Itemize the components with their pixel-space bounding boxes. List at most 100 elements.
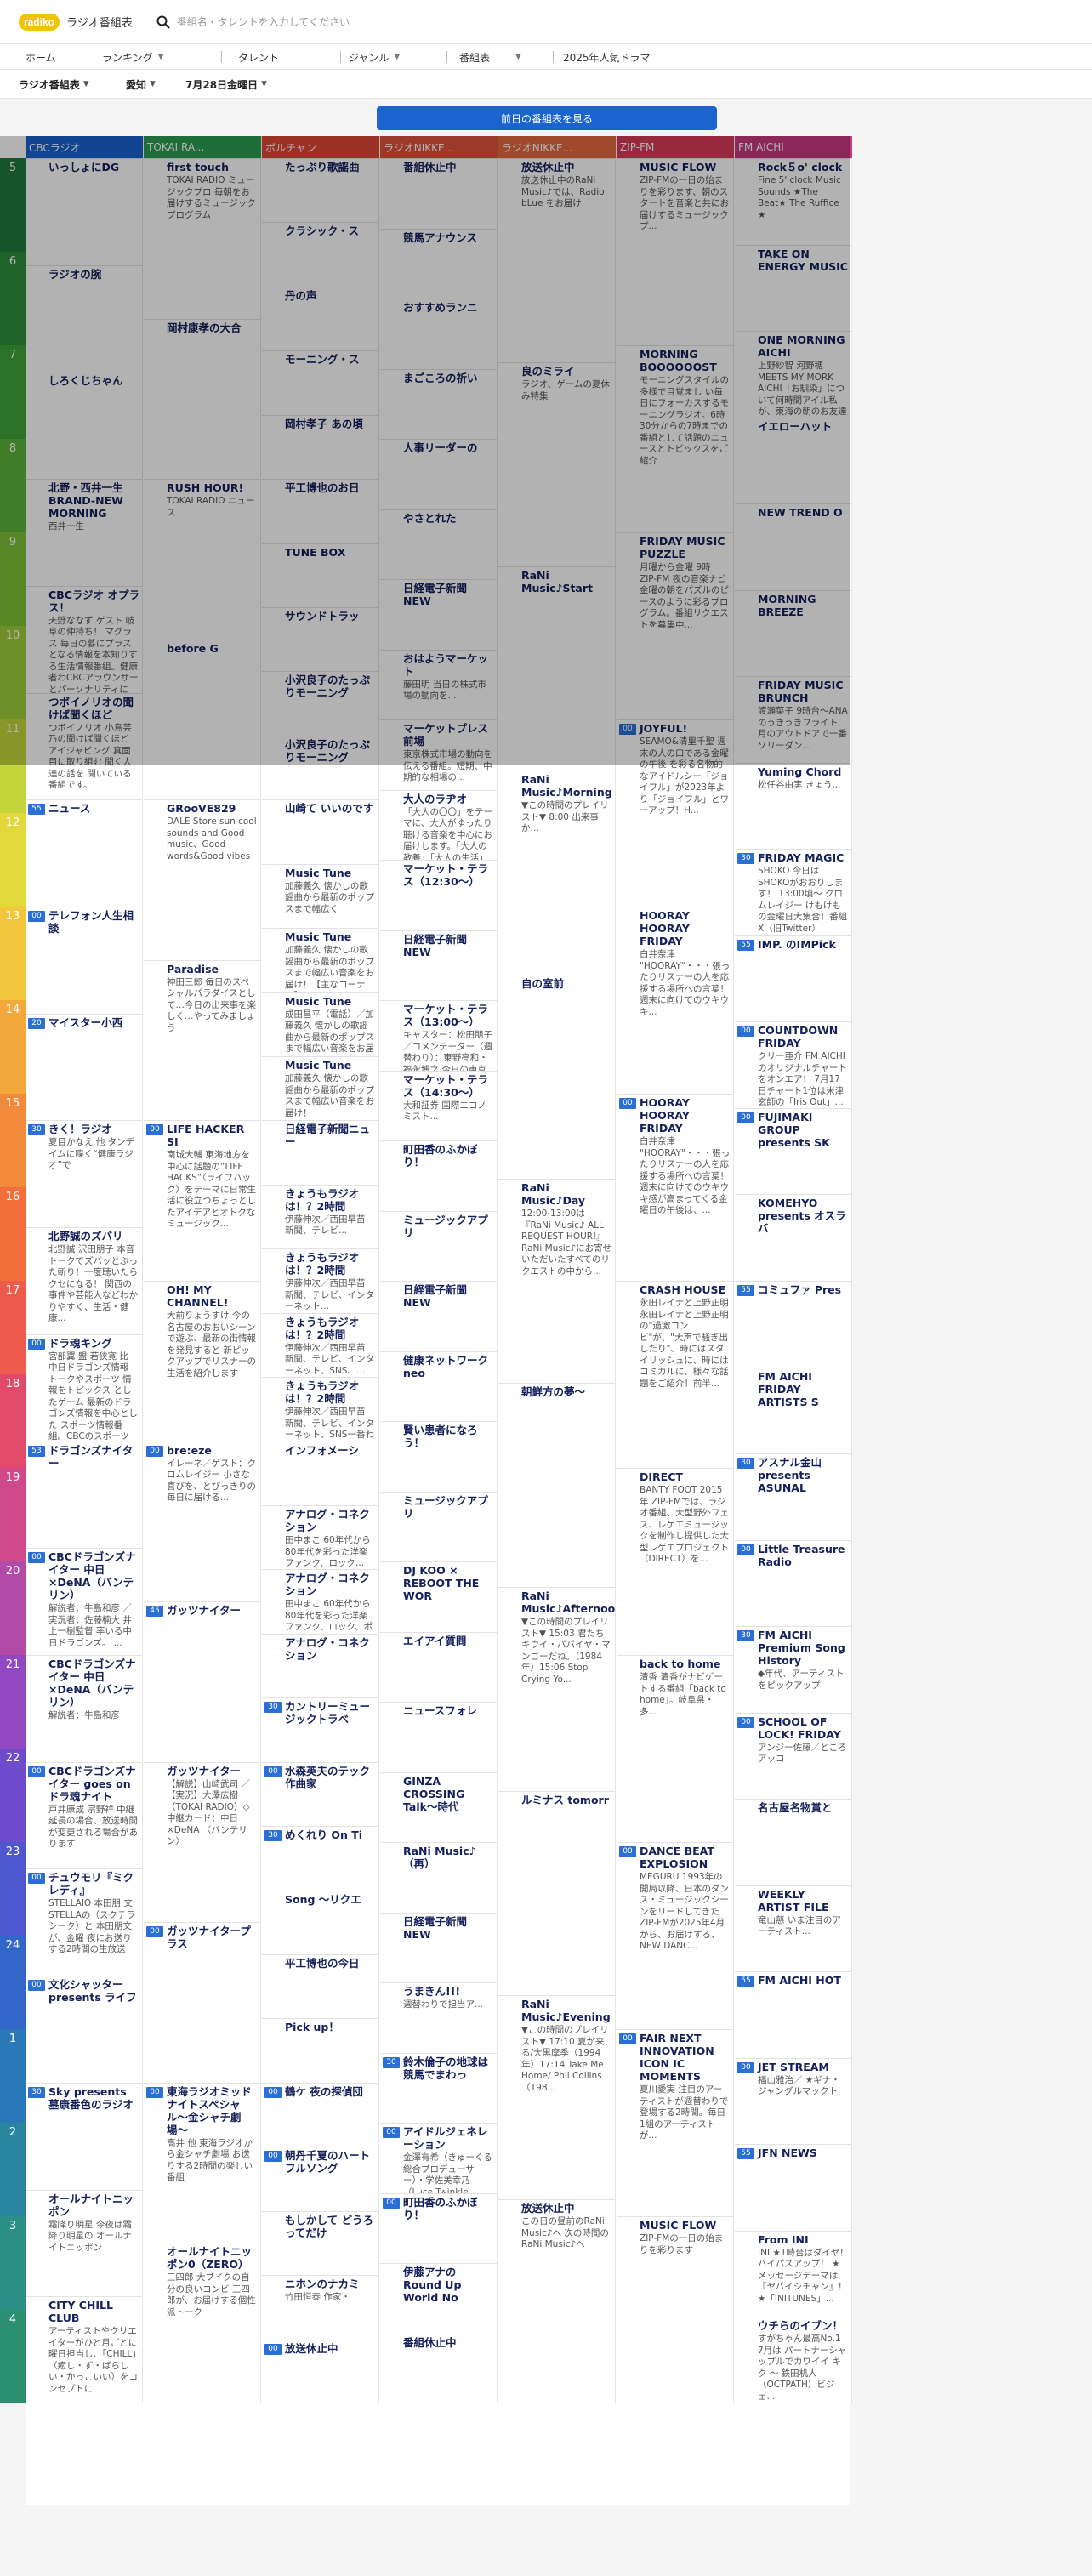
program-cell[interactable]: Yuming Chord 松任谷由実 きょう... <box>735 762 851 850</box>
program-cell[interactable]: 00 JET STREAM 福山雅治／ ★ギナ・ジャングルマックト <box>735 2057 851 2145</box>
nav-home[interactable]: ホーム <box>26 44 56 70</box>
program-cell[interactable]: Pick up！ <box>262 2018 378 2082</box>
program-cell[interactable]: 平工博也のお日 <box>262 479 378 543</box>
program-cell[interactable]: 55 FM AICHI HOT <box>735 1971 851 2058</box>
program-cell[interactable]: もしかして どうろってだけ <box>262 2210 378 2275</box>
program-cell[interactable]: オールナイトニッポン0（ZERO） 三四郎 大ブイクの自分の良いコンビ 三四郎が、… <box>144 2243 260 2403</box>
program-cell[interactable]: やさとれた <box>380 509 497 580</box>
program-cell[interactable]: 名古屋名物賞と <box>735 1799 851 1885</box>
program-cell[interactable]: RaNi Music♪Morning ▼この時間のプレイリスト▼ 8:00 出来事… <box>498 771 615 975</box>
program-cell[interactable]: RaNi Music♪（再） <box>380 1842 497 1913</box>
program-cell[interactable]: アナログ・コネクション 田中まこ 60年代から80年代を彩った洋楽ファンク、ロック… <box>262 1505 378 1569</box>
program-cell[interactable]: Music Tune 加藤義久 懐かしの歌謡曲から最新のポップスまで幅広く <box>262 863 378 928</box>
program-cell[interactable]: ミュージックアプリ <box>380 1491 497 1562</box>
program-cell[interactable]: 日経電子新聞NEW <box>380 1912 497 1983</box>
program-cell[interactable]: CBCドラゴンズナイター 中日×DeNA（バンテリン） 解説者：牛島和彦 <box>26 1655 142 1762</box>
nav-drama-2025[interactable]: 2025年人気ドラマ <box>563 44 651 70</box>
program-cell[interactable]: つボイノリオの聞けば聞くほど つボイノリオ 小島芸乃の聞けば聞くほど アイジャビン… <box>26 692 142 800</box>
program-cell[interactable]: 00 鶴ケ 夜の探偵団 <box>262 2082 378 2147</box>
program-cell[interactable]: 丹の声 <box>262 286 378 350</box>
station-header[interactable]: ZIP-FM <box>617 136 734 158</box>
program-cell[interactable]: Music Tune 加藤義久 懐かしの歌謡曲から最新のポップスまで幅広い音楽をお… <box>262 1056 378 1120</box>
program-cell[interactable]: Music Tune 成田昌平（電話）／加藤義久 懐かしの歌謡曲から最新のポップス… <box>262 992 378 1056</box>
program-cell[interactable]: 30 FRIDAY MAGIC SHOKO 今日はSHOKOがおおりします！ 13:… <box>735 849 851 935</box>
program-cell[interactable]: TAKE ON ENERGY MUSIC <box>735 244 851 332</box>
program-cell[interactable]: サウンドトラッ <box>262 607 378 671</box>
program-cell[interactable]: OH! MY CHANNEL! 大前りょうすけ 今の名古屋のおおいシーンで遊ぶ、最… <box>144 1281 260 1442</box>
program-cell[interactable]: アナログ・コネクション 田中まこ 60年代から80年代を彩った洋楽ファンク、ロック… <box>262 1569 378 1633</box>
program-cell[interactable]: 放送休止中 この日の昼前のRaNi Music♪へ 次の時間のRaNi Music… <box>498 2199 615 2403</box>
program-cell[interactable]: 00 チュウモリ『ミクレディ』 STELLAIO 本田朋 文 STELLAの（スクテ… <box>26 1868 142 1976</box>
program-cell[interactable]: 00 ガッツナイタープラス <box>144 1922 260 2083</box>
program-cell[interactable]: きょうもラジオは！？2時間 伊藤伸次／西田早苗 新聞、テレビ... <box>262 1184 378 1248</box>
program-cell[interactable]: おすすめランニ <box>380 299 497 369</box>
program-cell[interactable]: 00 LIFE HACKER SI 南城大輔 東海地方を中心に話題の”LIFE HA… <box>144 1120 260 1281</box>
program-cell[interactable]: 00 東海ラジオミッドナイトスペシャル〜金シャチ劇場〜 高井 他 東海ラジオから金シ… <box>144 2082 260 2243</box>
program-cell[interactable]: WEEKLY ARTIST FILE 竜山慈 いま注目のアーティスト... <box>735 1885 851 1972</box>
program-cell[interactable]: 自の室前 <box>498 975 615 1179</box>
program-cell[interactable]: マーケットプレス 前場 東京株式市場の動向を伝える番組。短期、中期的な相場の... <box>380 719 497 790</box>
program-cell[interactable]: 30 鈴木倫子の地球は競馬でまわっ <box>380 2052 497 2124</box>
program-cell[interactable]: マーケット・テラス（13:00〜） キャスター：松田朋子／コメンテーター（週替わり… <box>380 1000 497 1071</box>
program-cell[interactable]: ニホンのナカミ 竹田恒泰 作家・ <box>262 2275 378 2339</box>
program-cell[interactable]: 伊藤アナの Round Up World No <box>380 2263 497 2334</box>
program-cell[interactable]: 00 CBCドラゴンズナイター 中日×DeNA（バンテリン） 解説者：牛島和彦 ／実… <box>26 1548 142 1655</box>
program-cell[interactable]: DIRECT BANTY FOOT 2015年 ZIP-FMでは、ラジオ番組、大型… <box>617 1468 733 1655</box>
program-cell[interactable]: インフォメーシ <box>262 1441 378 1505</box>
program-cell[interactable]: ONE MORNING AICHI 上野紗智 河野穂 MEETS MY MORK … <box>735 331 851 418</box>
program-cell[interactable]: 山崎て いいのです <box>262 799 378 863</box>
search-icon[interactable] <box>153 12 173 32</box>
program-cell[interactable]: 00 水森英夫のテック作曲家 <box>262 1761 378 1826</box>
program-cell[interactable]: 30 めくれり On Ti <box>262 1826 378 1890</box>
program-cell[interactable]: きょうもラジオは！？2時間 伊藤伸次／西田早苗 新聞、テレビ、インターネット、SN… <box>262 1312 378 1377</box>
program-cell[interactable]: 町田香のふかぼり！ <box>380 1140 497 1211</box>
program-cell[interactable]: Paradise 神田三郎 毎日のスペシャルパラダイスとして…今日の出来事を楽しく… <box>144 959 260 1121</box>
program-cell[interactable]: DJ KOO × REBOOT THE WOR <box>380 1561 497 1632</box>
program-cell[interactable]: back to home 清香 清香がナビゲートする番組「back to home… <box>617 1655 733 1842</box>
program-cell[interactable]: 00 文化シャッターpresents ライフ <box>26 1976 142 2083</box>
program-cell[interactable]: 30 きく！ラジオ 夏目かなえ 他 タンデイムに喋く“健康ラジオ”で <box>26 1120 142 1227</box>
program-cell[interactable]: オールナイトニッポン 霜降り明星 今夜は霜降り明星の オールナイトニッポン <box>26 2189 142 2297</box>
program-cell[interactable]: 00 テレフォン人生相談 <box>26 907 142 1014</box>
site-logo[interactable]: radiko ラジオ番組表 <box>19 13 133 31</box>
station-header[interactable]: TOKAI RA... <box>144 136 261 158</box>
program-cell[interactable]: 30 カントリーミュージックトラベ <box>262 1697 378 1761</box>
program-cell[interactable]: 00 HOORAY HOORAY FRIDAY 白井奈津 "HOORAY"・・・張っ… <box>617 1094 733 1281</box>
program-cell[interactable]: MORNING BOOOOOOST モーニングスタイルの多様で目覚まし い毎日にフ… <box>617 345 733 532</box>
station-header[interactable]: FM AICHI <box>735 136 852 158</box>
program-cell[interactable]: 日経電子新聞NEW <box>380 1281 497 1351</box>
program-cell[interactable]: 00 朝丹千夏のハートフルソング <box>262 2147 378 2210</box>
search-box[interactable] <box>153 9 493 35</box>
program-cell[interactable]: 00 放送休止中 <box>262 2339 378 2403</box>
program-cell[interactable]: クラシック・ス <box>262 222 378 286</box>
program-cell[interactable]: アナログ・コネクション <box>262 1633 378 1697</box>
program-cell[interactable]: 55 コミュファ Pres <box>735 1281 851 1368</box>
program-cell[interactable]: 放送休止中 放送休止中のRaNi Music♪では、Radio bLue をお届け <box>498 158 615 362</box>
program-cell[interactable]: 00 FUJIMAKI GROUP presents SK <box>735 1107 851 1195</box>
program-cell[interactable]: ミュージックアプリ <box>380 1210 497 1282</box>
program-cell[interactable]: CBCラジオ オプラス！ 天野ななず ゲスト 岐阜の仲持ち！ マグラス 毎日の暮に… <box>26 585 142 693</box>
program-cell[interactable]: いっしょにDG <box>26 158 142 265</box>
program-cell[interactable]: NEW TREND O <box>735 503 851 590</box>
program-cell[interactable]: HOORAY HOORAY FRIDAY 白井奈津 "HOORAY"・・・張ったり… <box>617 907 733 1094</box>
program-cell[interactable]: ウチらのイブン！ すがちゃん最高No.1 7月は パートナーシャップルでカワイイ … <box>735 2317 851 2403</box>
program-cell[interactable]: 小沢良子のたっぷりモーニング <box>262 735 378 799</box>
program-cell[interactable]: 00 町田香のふかぼり！ <box>380 2192 497 2264</box>
program-cell[interactable]: 00 Little Treasure Radio <box>735 1539 851 1627</box>
program-cell[interactable]: マーケット・テラス（12:30〜） <box>380 860 497 930</box>
program-cell[interactable]: 日経電子新聞NEW <box>380 579 497 650</box>
nav-genre[interactable]: ジャンル ▼ <box>349 44 400 70</box>
program-cell[interactable]: 健康ネットワーク neo <box>380 1351 497 1422</box>
program-cell[interactable]: 00 アイドルジェネレーション 金澤有希（きゅーくる総合プロデューサー）・学佐美幸乃… <box>380 2123 497 2193</box>
program-cell[interactable]: FRIDAY MUSIC PUZZLE 月曜から金曜 9時 ZIP-FM 夜の音楽… <box>617 532 733 719</box>
program-cell[interactable]: 30 Sky presents 墓康番色のラジオ <box>26 2082 142 2190</box>
program-cell[interactable]: 岡村孝子 あの頃 <box>262 414 378 479</box>
program-cell[interactable]: きょうもラジオは！？2時間 伊藤伸次／西田早苗 新聞、テレビ、インターネット... <box>262 1248 378 1312</box>
program-cell[interactable]: 20 マイスター小西 <box>26 1013 142 1121</box>
region-select[interactable]: ラジオ番組表 ▼ <box>19 70 89 99</box>
program-cell[interactable]: GINZA CROSSING Talk〜時代 <box>380 1771 497 1843</box>
program-cell[interactable]: ルミナス tomorr <box>498 1791 615 1995</box>
program-cell[interactable]: From INI INI ★1時台はダイヤ！バイパスアップ！ ★メッセージテーマは… <box>735 2230 851 2317</box>
program-cell[interactable]: 賢い患者になろう！ <box>380 1421 497 1492</box>
program-cell[interactable]: 人事リーダーの <box>380 439 497 509</box>
